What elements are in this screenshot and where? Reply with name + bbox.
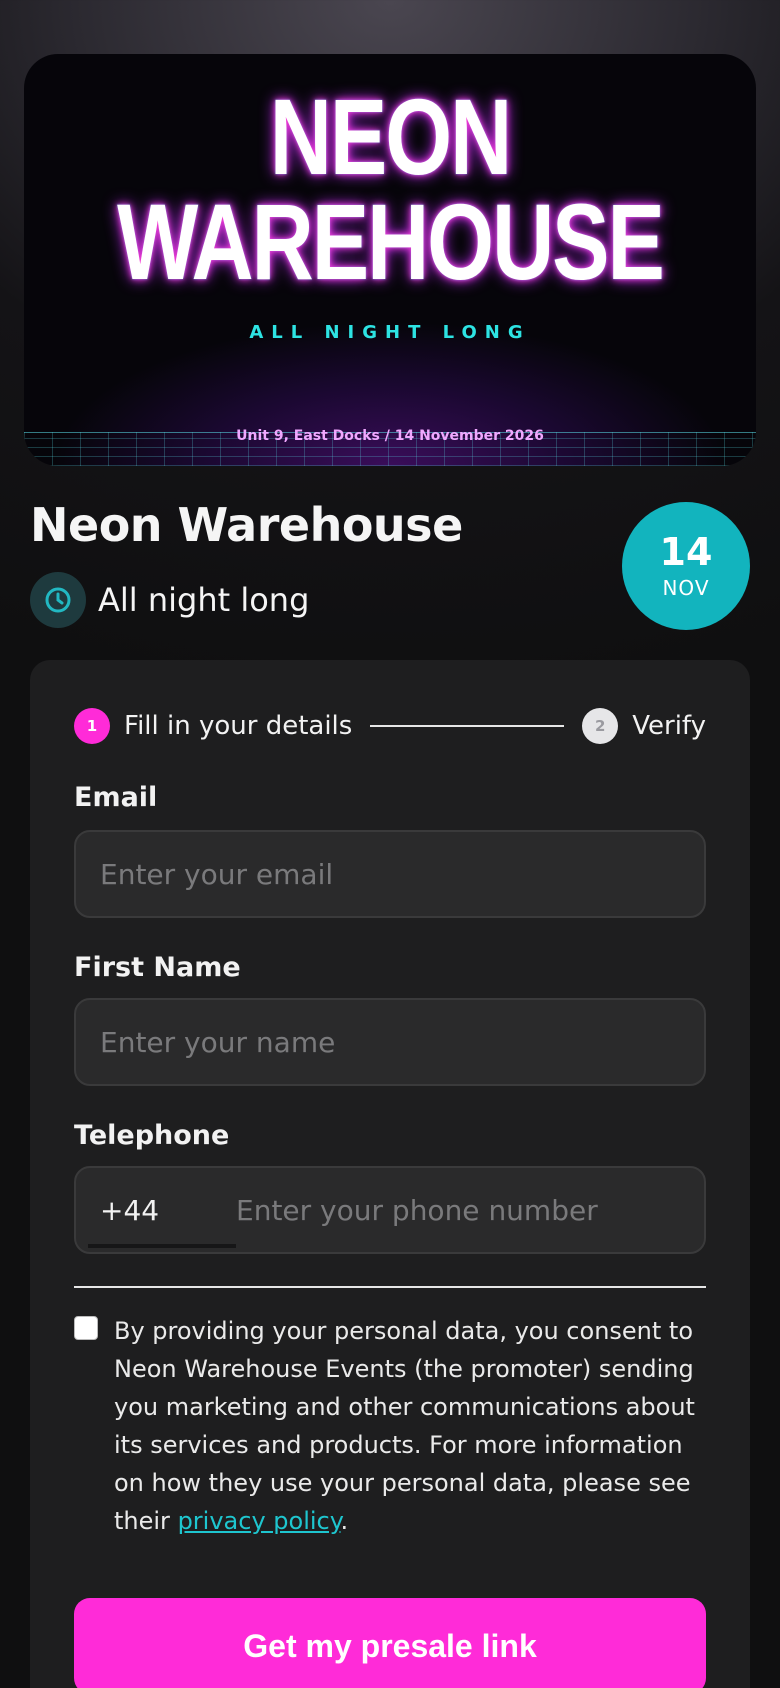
step-connector <box>370 725 565 727</box>
email-label: Email <box>74 782 158 813</box>
hero-tagline: ALL NIGHT LONG <box>249 322 531 343</box>
telephone-field[interactable]: +44 Enter your phone number <box>74 1166 706 1254</box>
date-month: NOV <box>662 576 710 600</box>
event-time: All night long <box>98 581 310 619</box>
step-1-indicator: 1 <box>74 708 110 744</box>
hero-title-line2: WAREHOUSE <box>117 182 665 303</box>
step-1-label: Fill in your details <box>124 711 353 741</box>
date-day: 14 <box>659 530 713 574</box>
email-field[interactable]: Enter your email <box>74 830 706 918</box>
hero-title: NEON WAREHOUSE <box>24 77 756 303</box>
event-hero-image: NEON WAREHOUSE ALL NIGHT LONG Unit 9, Ea… <box>24 54 756 466</box>
first-name-field[interactable]: Enter your name <box>74 998 706 1086</box>
event-time-row: All night long <box>30 572 309 628</box>
email-placeholder: Enter your email <box>100 857 334 891</box>
event-date-badge: 14 NOV <box>622 502 750 630</box>
divider <box>74 1286 706 1288</box>
step-2-indicator: 2 <box>582 708 619 744</box>
consent-row: By providing your personal data, you con… <box>74 1312 714 1540</box>
event-title: Neon Warehouse <box>30 498 463 552</box>
hero-venue-date: Unit 9, East Docks / 14 November 2026 <box>236 428 544 444</box>
hero-title-line1: NEON <box>269 77 512 198</box>
phone-placeholder: Enter your phone number <box>236 1193 598 1227</box>
country-code-selector[interactable]: +44 <box>76 1168 236 1252</box>
consent-body: By providing your personal data, you con… <box>114 1317 695 1535</box>
step-2-label: Verify <box>632 711 706 741</box>
first-name-label: First Name <box>74 952 241 983</box>
presale-form-card: 1 Fill in your details 2 Verify Email En… <box>30 660 750 1688</box>
consent-end: . <box>340 1507 349 1535</box>
consent-checkbox[interactable] <box>74 1316 98 1340</box>
get-presale-link-button[interactable]: Get my presale link <box>74 1598 706 1688</box>
consent-text: By providing your personal data, you con… <box>114 1312 714 1540</box>
first-name-placeholder: Enter your name <box>100 1025 336 1059</box>
clock-icon <box>30 572 86 628</box>
privacy-policy-link[interactable]: privacy policy <box>178 1507 341 1535</box>
progress-steps: 1 Fill in your details 2 Verify <box>74 706 706 746</box>
telephone-label: Telephone <box>74 1120 230 1151</box>
